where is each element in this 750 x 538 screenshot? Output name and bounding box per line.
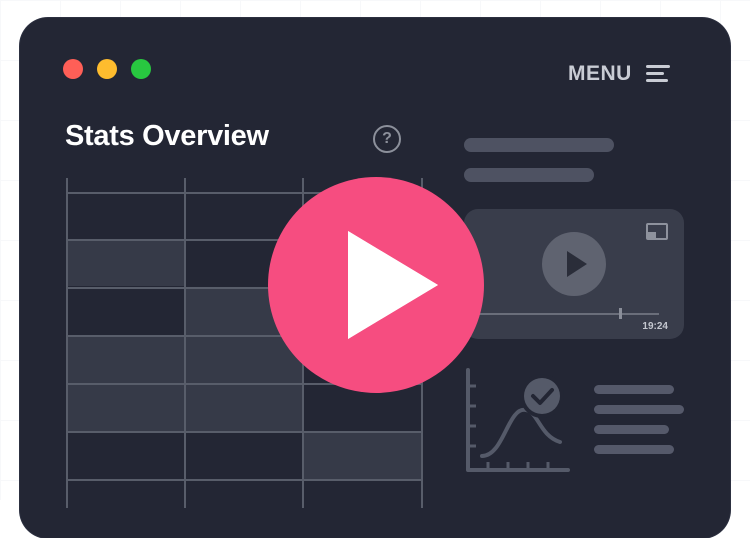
table-cell — [68, 385, 184, 431]
page-title: Stats Overview — [65, 120, 269, 152]
text-placeholder-line — [594, 385, 674, 394]
video-player[interactable]: 19:24 — [464, 209, 684, 339]
video-progress-handle[interactable] — [619, 308, 623, 319]
table-cell — [186, 385, 302, 431]
table-cell — [68, 241, 184, 286]
table-cell — [68, 337, 184, 383]
text-placeholder-line — [594, 425, 669, 434]
minimize-window-button[interactable] — [97, 59, 117, 79]
text-placeholder-line — [594, 405, 684, 414]
chart-check-icon — [466, 368, 570, 472]
menu-label: MENU — [568, 62, 632, 85]
picture-in-picture-icon[interactable] — [646, 223, 668, 240]
close-window-button[interactable] — [63, 59, 83, 79]
text-placeholder-line — [594, 445, 674, 454]
table-gridline — [66, 431, 423, 433]
video-play-button[interactable] — [542, 232, 606, 296]
play-icon[interactable] — [268, 177, 484, 393]
table-gridline — [66, 479, 423, 481]
hamburger-icon — [645, 65, 670, 83]
text-placeholder-bar — [464, 138, 614, 152]
help-icon[interactable]: ? — [373, 125, 401, 153]
table-gridline — [66, 178, 68, 508]
video-time: 19:24 — [642, 321, 668, 332]
table-gridline — [184, 178, 186, 508]
menu-button[interactable]: MENU — [568, 62, 670, 86]
table-cell — [304, 433, 422, 479]
maximize-window-button[interactable] — [131, 59, 151, 79]
video-progress-track[interactable] — [479, 313, 659, 315]
text-placeholder-bar — [464, 168, 594, 182]
